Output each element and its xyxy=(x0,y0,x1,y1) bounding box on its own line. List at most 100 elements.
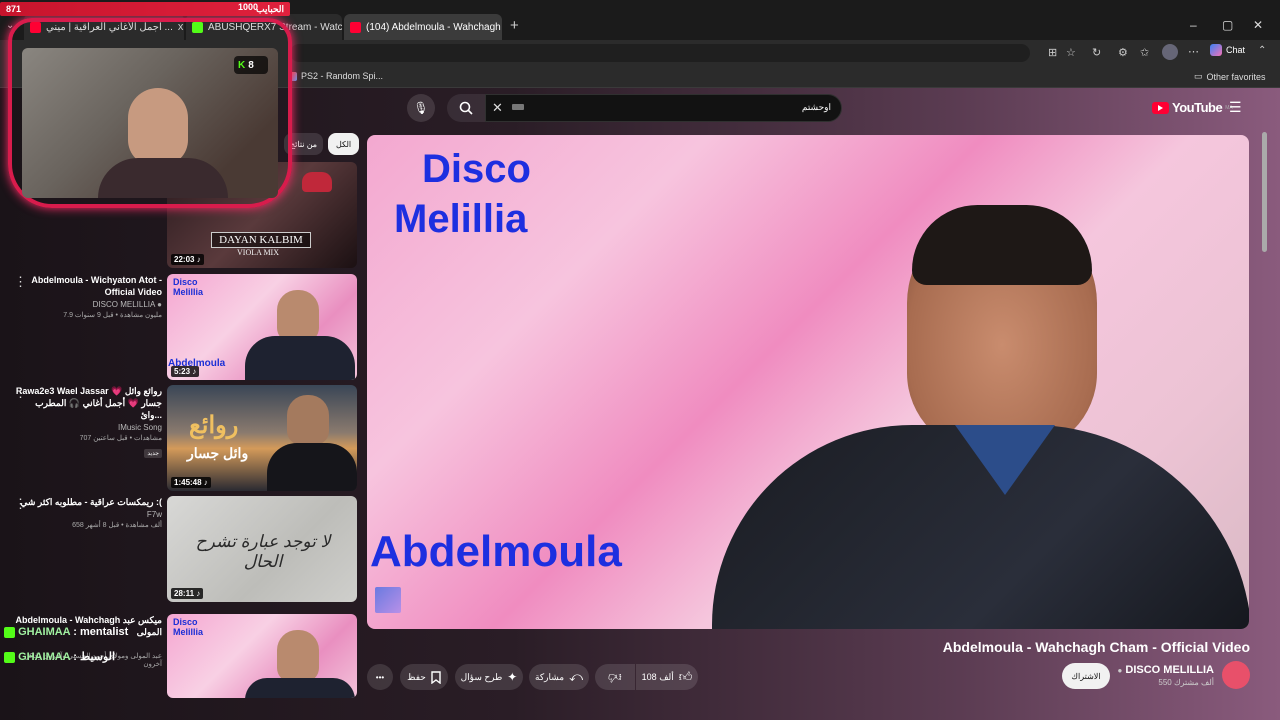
channel-name[interactable]: F7w xyxy=(12,510,162,519)
kick-viewer-count: 8 xyxy=(248,59,254,71)
sidebar-toggle-icon[interactable]: ⌃ xyxy=(1258,45,1266,56)
share-button[interactable]: مشاركة ⤺ xyxy=(529,664,589,690)
thumbnail-figure xyxy=(302,172,332,192)
thumbs-up-icon: 👍︎ xyxy=(678,669,693,684)
bookmark-icon xyxy=(431,670,441,684)
keyboard-icon[interactable] xyxy=(512,104,524,110)
video-title[interactable]: ريمكسات عراقية - مطلوبه اكثر شي :( xyxy=(12,496,162,508)
video-title[interactable]: Rawa2e3 Wael Jassar 💗 روائع وائل جسار 💗 … xyxy=(12,385,162,421)
person-hair xyxy=(912,205,1092,285)
video-meta: Abdelmoula - Wichyaton Atot - Official V… xyxy=(12,274,162,319)
duration-badge: 22:03 ♪ xyxy=(171,254,204,265)
list-item[interactable]: ⋮ Abdelmoula - Wichyaton Atot - Official… xyxy=(0,274,360,382)
channel-name[interactable]: DISCO MELILLIA ● xyxy=(12,300,162,309)
chat-badge-icon xyxy=(4,651,15,663)
minimize-button[interactable]: – xyxy=(1190,18,1197,32)
search-input[interactable]: ✕ اوحشتم xyxy=(485,94,842,122)
search-query: اوحشتم xyxy=(801,102,831,112)
ask-button[interactable]: طرح سؤال ✦ xyxy=(455,664,523,690)
chat-badge-icon xyxy=(4,626,15,638)
hamburger-menu-icon[interactable]: ☰ xyxy=(1229,99,1242,116)
star-icon[interactable]: ☆ xyxy=(1066,46,1076,59)
thumbnail-body xyxy=(245,678,355,698)
thumbnail-subtitle: VIOLA MIX xyxy=(237,248,279,257)
chat-username: GHAIMAA xyxy=(18,651,71,663)
search-button[interactable] xyxy=(447,94,485,122)
video-stats: 707 مشاهدات • قبل ساعتين xyxy=(79,435,162,442)
hp-right-value: 1000 xyxy=(238,2,259,12)
install-app-icon[interactable]: ⊞ xyxy=(1048,46,1057,59)
thumbnail-title: Disco Melillia xyxy=(173,617,204,637)
tab-3-active[interactable]: (104) Abdelmoula - Wahchagh Ch... x xyxy=(344,14,502,40)
share-icon: ⤺ xyxy=(569,669,583,684)
more-icon: ••• xyxy=(375,672,385,682)
video-thumbnail[interactable]: Disco Melillia Abdelmoula 5:23 ♪ xyxy=(167,274,357,380)
extensions-icon[interactable]: ⚙ xyxy=(1118,46,1128,59)
video-player[interactable]: Disco Melillia Abdelmoula xyxy=(367,135,1249,629)
verified-icon: ● xyxy=(157,300,162,309)
video-thumbnail[interactable]: روائع وائل جسار 1:45:48 ♪ xyxy=(167,385,357,491)
search-icon xyxy=(459,101,473,115)
list-item[interactable]: ⋮ ريمكسات عراقية - مطلوبه اكثر شي :( F7w… xyxy=(0,496,360,604)
address-input[interactable] xyxy=(290,44,1030,62)
channel-avatar[interactable] xyxy=(1222,661,1250,689)
favorites-icon[interactable]: ✩ xyxy=(1140,46,1149,59)
subscriber-count: 550 ألف مشترك xyxy=(1158,678,1214,687)
page-scrollbar[interactable] xyxy=(1262,132,1267,252)
player-artist-text: Abdelmoula xyxy=(370,527,622,576)
chat-message: GHAIMAA : الوسيط xyxy=(4,650,115,663)
chat-username: GHAIMAA xyxy=(18,626,71,638)
close-window-button[interactable]: ✕ xyxy=(1253,18,1263,32)
like-button[interactable]: 108 ألف 👍︎ xyxy=(636,664,698,690)
share-label: مشاركة xyxy=(535,671,565,682)
save-button[interactable]: حفظ xyxy=(400,664,448,690)
channel-name[interactable]: DISCO MELILLIA xyxy=(1125,664,1214,676)
duration-badge: 28:11 ♪ xyxy=(171,588,204,599)
voice-search-button[interactable]: 🎙 xyxy=(407,94,435,122)
video-stats: 658 ألف مشاهدة • قبل 8 أشهر xyxy=(72,522,162,529)
thumbnail-title: DAYAN KALBIM xyxy=(211,232,311,248)
youtube-play-icon xyxy=(1152,101,1169,114)
video-thumbnail[interactable]: Disco Melillia xyxy=(167,614,357,698)
hp-label: الحبايب xyxy=(256,3,284,14)
chip-all[interactable]: الكل xyxy=(328,133,360,155)
channel-info[interactable]: ● DISCO MELILLIA 550 ألف مشترك xyxy=(1117,664,1214,687)
ask-label: طرح سؤال xyxy=(460,671,503,682)
other-favorites[interactable]: ▭ Other favorites xyxy=(1194,71,1266,82)
profile-avatar[interactable] xyxy=(1162,44,1178,60)
watermark-icon[interactable] xyxy=(375,587,401,613)
new-tab-button[interactable]: + xyxy=(510,17,519,34)
video-title[interactable]: Abdelmoula - Wichyaton Atot - Official V… xyxy=(12,274,162,298)
copilot-chat-button[interactable]: Chat xyxy=(1210,44,1245,56)
new-badge: جديد xyxy=(144,449,162,458)
channel-name[interactable]: IMusic Song xyxy=(12,423,162,432)
dislike-button[interactable]: 👍︎ xyxy=(595,664,635,690)
favorite-label: PS2 - Random Spi... xyxy=(301,71,384,81)
video-meta: ريمكسات عراقية - مطلوبه اكثر شي :( F7w 6… xyxy=(12,496,162,529)
maximize-button[interactable]: ▢ xyxy=(1222,18,1233,32)
refresh-icon[interactable]: ↻ xyxy=(1092,46,1101,59)
duration-badge: 1:45:48 ♪ xyxy=(171,477,211,488)
list-item[interactable]: ⋮ Rawa2e3 Wael Jassar 💗 روائع وائل جسار … xyxy=(0,385,360,493)
verified-icon: ● xyxy=(1117,666,1123,675)
tab-3-label: (104) Abdelmoula - Wahchagh Ch... xyxy=(366,21,502,33)
youtube-logo[interactable]: YouTube MA xyxy=(1152,100,1233,115)
other-favorites-label: Other favorites xyxy=(1206,71,1266,82)
subscribe-button[interactable]: الاشتراك xyxy=(1062,663,1110,689)
player-title-line2: Melillia xyxy=(394,197,528,241)
favorite-ps2[interactable]: PS2 - Random Spi... xyxy=(288,71,383,81)
thumbs-down-icon: 👍︎ xyxy=(608,670,622,685)
thumbnail-face xyxy=(277,290,319,342)
streamer-face xyxy=(128,88,188,166)
hp-left-value: 871 xyxy=(6,4,22,14)
kick-icon: K xyxy=(238,59,246,71)
thumbnail-title: Disco Melillia xyxy=(173,277,204,297)
video-title: Abdelmoula - Wahchagh Cham - Official Vi… xyxy=(942,639,1250,655)
video-thumbnail[interactable]: لا توجد عبارة تشرح الحال 28:11 ♪ xyxy=(167,496,357,602)
more-menu-icon[interactable]: ⋯ xyxy=(1188,45,1199,58)
clear-search-icon[interactable]: ✕ xyxy=(492,100,503,116)
health-bar-overlay: 871 الحبايب 1000 xyxy=(0,2,290,16)
more-actions-button[interactable]: ••• xyxy=(367,664,393,690)
thumbnail-title: لا توجد عبارة تشرح الحال xyxy=(195,532,331,571)
save-label: حفظ xyxy=(407,671,426,682)
